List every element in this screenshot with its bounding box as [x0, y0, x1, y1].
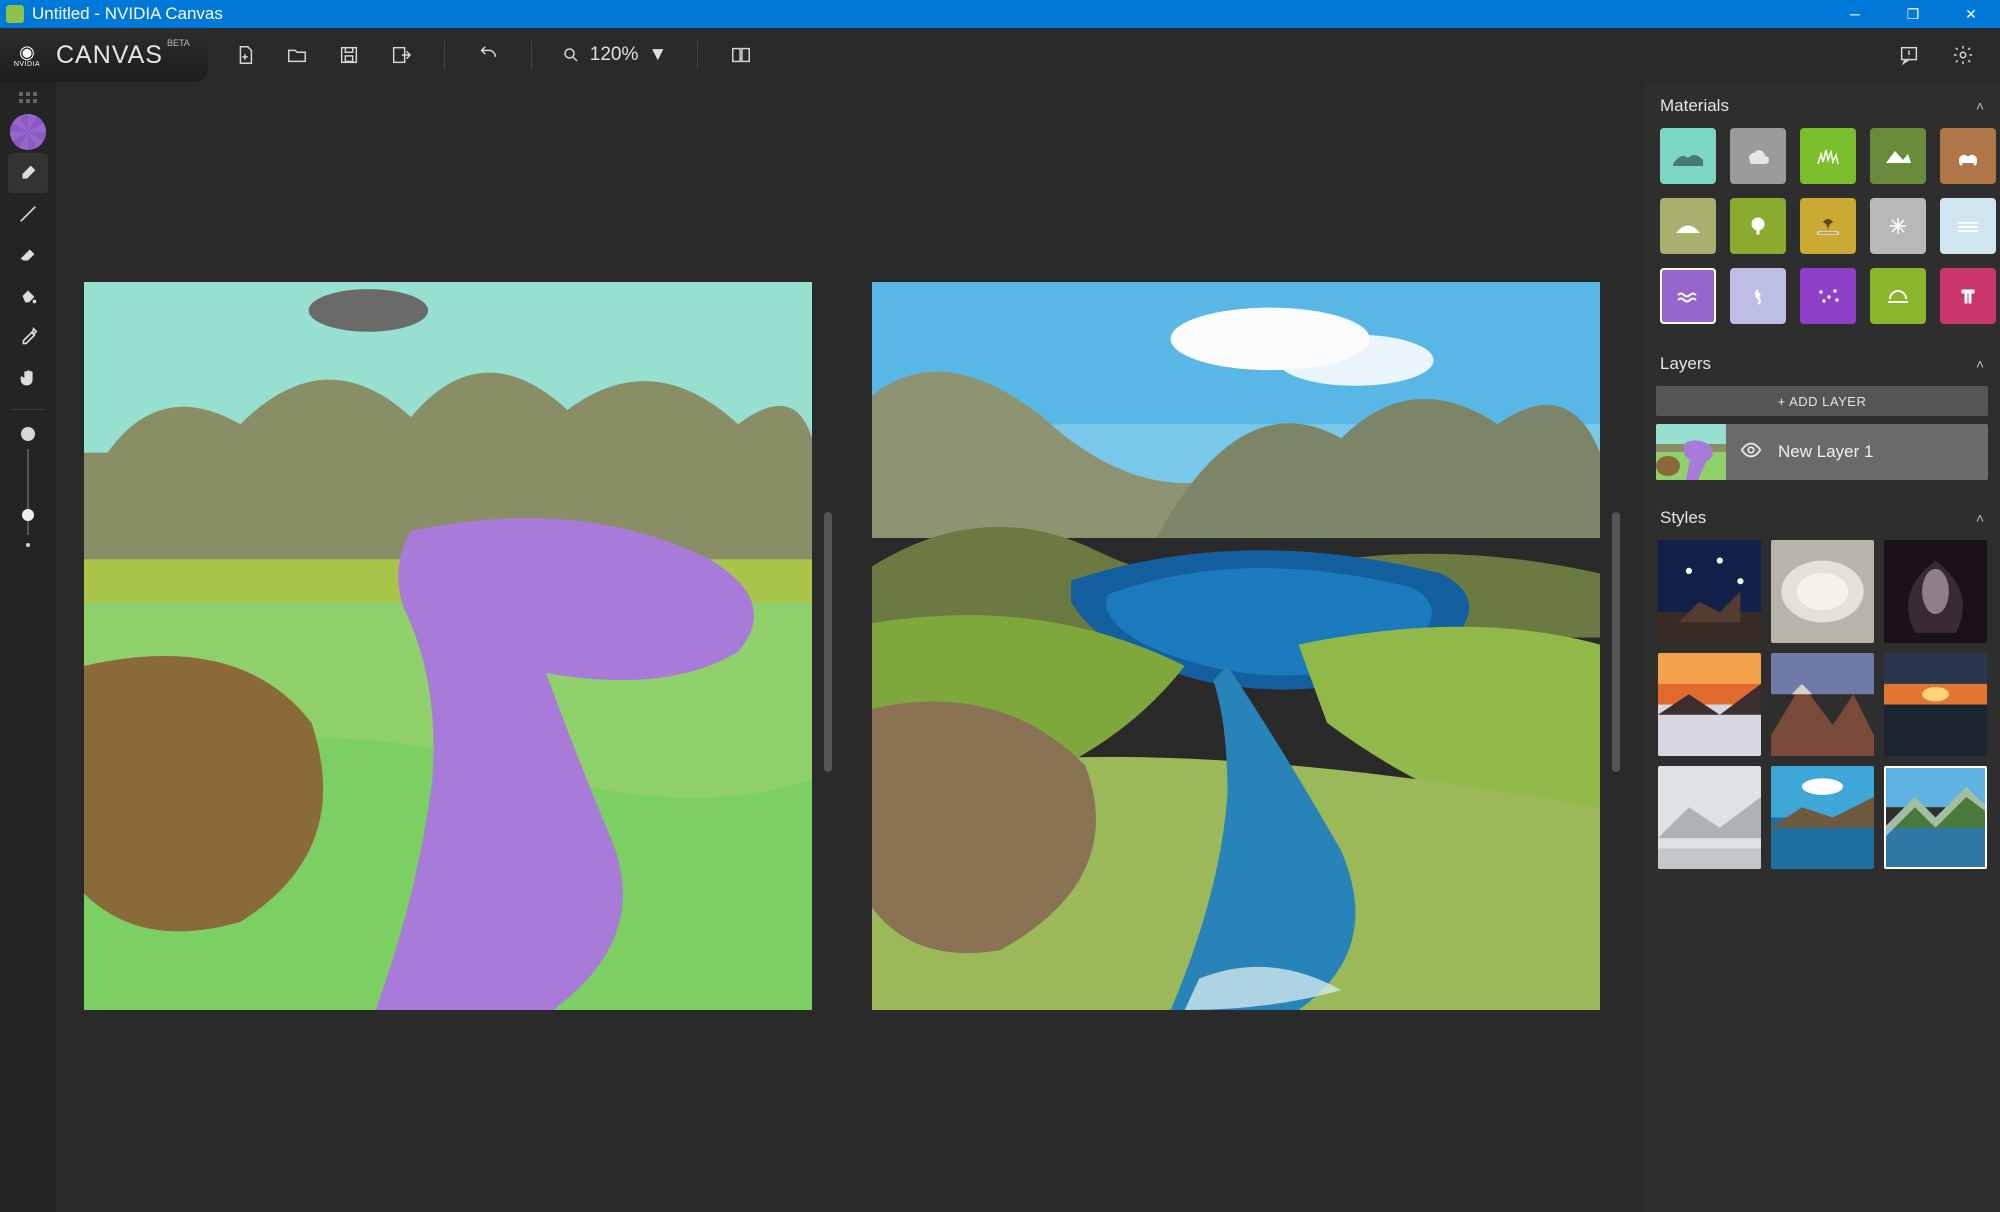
eraser-tool[interactable]: [8, 235, 48, 275]
grip-icon: [19, 92, 37, 103]
new-file-button[interactable]: [232, 42, 258, 68]
materials-title: Materials: [1660, 96, 1729, 116]
materials-header[interactable]: Materials ˄: [1644, 82, 2000, 128]
material-hill[interactable]: [1660, 198, 1716, 254]
layer-row[interactable]: New Layer 1: [1656, 424, 1988, 480]
style-thumb-1[interactable]: [1658, 540, 1761, 643]
chevron-up-icon: ˄: [1976, 510, 1984, 526]
compare-button[interactable]: [728, 42, 754, 68]
line-tool[interactable]: [8, 194, 48, 234]
app-icon: [6, 5, 24, 23]
undo-button[interactable]: [475, 42, 501, 68]
chevron-up-icon: ˄: [1976, 356, 1984, 372]
material-building[interactable]: [1940, 268, 1996, 324]
material-grass[interactable]: [1800, 128, 1856, 184]
beta-badge: BETA: [167, 38, 190, 48]
zoom-value: 120%: [590, 44, 639, 66]
layer-name: New Layer 1: [1778, 442, 1873, 462]
material-tree[interactable]: [1730, 198, 1786, 254]
settings-button[interactable]: [1950, 42, 1976, 68]
style-thumb-9[interactable]: [1884, 766, 1987, 869]
material-river[interactable]: [1730, 268, 1786, 324]
style-thumb-3[interactable]: [1884, 540, 1987, 643]
layers-panel: + ADD LAYER New Layer 1: [1644, 386, 2000, 494]
open-file-button[interactable]: [284, 42, 310, 68]
toolbar: ◉NVIDIA CANVAS BETA 120% ▼: [0, 28, 2000, 82]
nvidia-logo: ◉NVIDIA: [10, 38, 44, 72]
material-sea[interactable]: [1660, 268, 1716, 324]
side-panel: Materials ˄ Layers ˄ + ADD LAYER: [1644, 82, 2000, 1212]
window-title: Untitled - NVIDIA Canvas: [32, 4, 223, 24]
materials-grid: [1644, 128, 2000, 340]
pan-tool[interactable]: [8, 358, 48, 398]
style-thumb-7[interactable]: [1658, 766, 1761, 869]
layers-title: Layers: [1660, 354, 1711, 374]
style-thumb-6[interactable]: [1884, 653, 1987, 756]
search-icon: [562, 46, 580, 64]
material-dirt[interactable]: [1940, 128, 1996, 184]
fill-tool[interactable]: [8, 276, 48, 316]
style-thumb-8[interactable]: [1771, 766, 1874, 869]
canvas-area: [56, 82, 1644, 1212]
material-fog[interactable]: [1940, 198, 1996, 254]
maximize-button[interactable]: ❐: [1884, 0, 1942, 28]
material-sky[interactable]: [1660, 128, 1716, 184]
layers-header[interactable]: Layers ˄: [1644, 340, 2000, 386]
visibility-icon[interactable]: [1740, 439, 1762, 466]
style-thumb-2[interactable]: [1771, 540, 1874, 643]
segmentation-canvas[interactable]: [84, 282, 812, 1010]
material-stars[interactable]: [1800, 268, 1856, 324]
layer-thumbnail: [1656, 424, 1726, 480]
brush-size-slider[interactable]: [21, 427, 35, 547]
feedback-button[interactable]: [1896, 42, 1922, 68]
chevron-up-icon: ˄: [1976, 98, 1984, 114]
styles-header[interactable]: Styles ˄: [1644, 494, 2000, 540]
output-canvas[interactable]: [872, 282, 1600, 1010]
chevron-down-icon: ▼: [648, 44, 667, 66]
tool-strip: [0, 82, 56, 1212]
brand: ◉NVIDIA CANVAS BETA: [0, 28, 208, 82]
save-button[interactable]: [336, 42, 362, 68]
titlebar: Untitled - NVIDIA Canvas ─ ❐ ✕: [0, 0, 2000, 28]
zoom-control[interactable]: 120% ▼: [562, 44, 667, 66]
material-snow[interactable]: [1870, 198, 1926, 254]
styles-panel: [1644, 540, 2000, 885]
material-wetland[interactable]: [1870, 268, 1926, 324]
scrollbar-v[interactable]: [1612, 282, 1620, 1010]
export-button[interactable]: [388, 42, 414, 68]
minimize-button[interactable]: ─: [1826, 0, 1884, 28]
style-thumb-5[interactable]: [1771, 653, 1874, 756]
main: Materials ˄ Layers ˄ + ADD LAYER: [0, 82, 2000, 1212]
material-bush[interactable]: [1800, 198, 1856, 254]
styles-title: Styles: [1660, 508, 1706, 528]
close-button[interactable]: ✕: [1942, 0, 2000, 28]
scrollbar-v[interactable]: [824, 282, 832, 1010]
material-wheel-tool[interactable]: [10, 114, 46, 150]
add-layer-button[interactable]: + ADD LAYER: [1656, 386, 1988, 416]
material-mountain[interactable]: [1870, 128, 1926, 184]
eyedropper-tool[interactable]: [8, 317, 48, 357]
slider-handle[interactable]: [22, 509, 34, 521]
app-name: CANVAS: [56, 41, 163, 70]
material-cloud[interactable]: [1730, 128, 1786, 184]
style-thumb-4[interactable]: [1658, 653, 1761, 756]
brush-tool[interactable]: [8, 153, 48, 193]
